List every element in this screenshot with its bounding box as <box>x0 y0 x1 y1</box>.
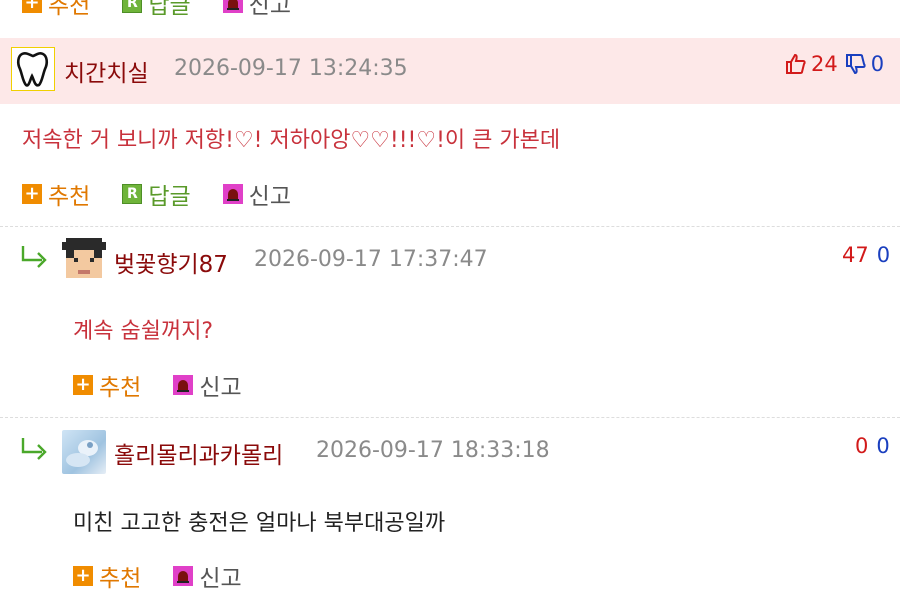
comment-action-row: + 추천 신고 <box>73 559 274 593</box>
comment-body: 미친 고고한 충전은 얼마나 북부대공일까 <box>73 511 446 536</box>
comment-nickname[interactable]: 홀리몰리과카몰리 <box>114 436 283 470</box>
siren-icon <box>222 184 243 204</box>
comment-body: 저속한 거 보니까 저항!♡! 저하아앙♡♡!!!♡!이 큰 가본데 <box>22 128 561 153</box>
downvote-count: 0 <box>870 52 885 76</box>
reply-r-icon: R <box>122 0 143 13</box>
siren-icon <box>173 375 194 395</box>
comment-divider <box>0 417 900 418</box>
vote-counts: 24 0 <box>784 52 884 76</box>
comment-timestamp: 2026-09-17 18:33:18 <box>316 438 550 463</box>
vote-counts: 47 0 <box>842 243 890 267</box>
report-button[interactable]: 신고 <box>222 177 291 211</box>
report-label: 신고 <box>248 184 291 210</box>
reply-r-icon: R <box>122 184 143 204</box>
plus-icon: + <box>22 184 42 204</box>
reply-arrow-icon <box>20 244 50 272</box>
report-button[interactable]: 신고 <box>173 368 242 402</box>
top-action-row: + 추천 R 답글 신고 <box>22 0 323 20</box>
plus-icon: + <box>73 566 93 586</box>
top-reply-button[interactable]: R 답글 <box>122 0 191 20</box>
plus-icon: + <box>73 375 93 395</box>
siren-icon <box>173 566 194 586</box>
avatar[interactable] <box>11 47 55 91</box>
reply-button[interactable]: R 답글 <box>122 177 191 211</box>
comment-timestamp: 2026-09-17 17:37:47 <box>254 247 488 272</box>
recommend-button[interactable]: + 추천 <box>73 559 141 593</box>
recommend-label: 추천 <box>99 566 142 592</box>
report-label: 신고 <box>248 0 291 19</box>
vote-counts: 0 0 <box>855 434 890 458</box>
top-report-button[interactable]: 신고 <box>222 0 291 20</box>
upvote-count: 24 <box>811 52 838 76</box>
thumbs-down-icon[interactable] <box>844 52 868 76</box>
thumbs-up-icon[interactable] <box>784 52 808 76</box>
photo-avatar-icon <box>66 440 98 467</box>
siren-icon <box>222 0 243 13</box>
recommend-button[interactable]: + 추천 <box>22 177 90 211</box>
comment-action-row: + 추천 R 답글 신고 <box>22 177 323 211</box>
recommend-button[interactable]: + 추천 <box>73 368 141 402</box>
recommend-label: 추천 <box>48 0 91 19</box>
report-button[interactable]: 신고 <box>173 559 242 593</box>
reply-arrow-icon <box>20 436 50 464</box>
reply-label: 답글 <box>148 0 191 19</box>
comment-nickname[interactable]: 벚꽃향기87 <box>114 245 228 279</box>
downvote-count: 0 <box>876 434 890 458</box>
recommend-label: 추천 <box>48 184 91 210</box>
plus-icon: + <box>22 0 42 13</box>
downvote-count: 0 <box>876 243 891 267</box>
upvote-count: 47 <box>842 243 869 267</box>
report-label: 신고 <box>199 566 242 592</box>
comment-body: 계속 숨쉴꺼지? <box>73 319 214 344</box>
top-recommend-button[interactable]: + 추천 <box>22 0 90 20</box>
recommend-label: 추천 <box>99 375 142 401</box>
tooth-icon <box>16 52 49 87</box>
report-label: 신고 <box>199 375 242 401</box>
avatar[interactable] <box>62 430 106 474</box>
upvote-count: 0 <box>855 434 869 458</box>
pixel-avatar-icon <box>62 238 106 278</box>
avatar[interactable] <box>62 238 106 282</box>
reply-label: 답글 <box>148 184 191 210</box>
comment-divider <box>0 226 900 227</box>
comment-timestamp: 2026-09-17 13:24:35 <box>174 56 408 81</box>
comment-nickname[interactable]: 치간치실 <box>64 54 149 88</box>
comment-action-row: + 추천 신고 <box>73 368 274 402</box>
